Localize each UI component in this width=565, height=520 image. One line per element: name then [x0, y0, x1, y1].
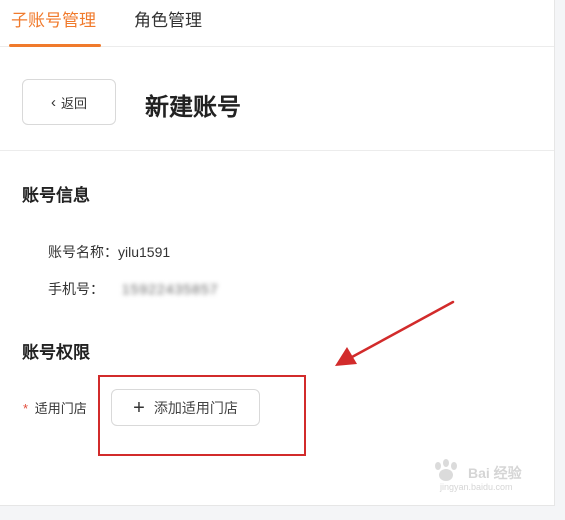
annotation-arrow-icon: [335, 300, 455, 366]
permissions-heading: 账号权限: [22, 343, 90, 362]
watermark-subtext: jingyan.baidu.com: [440, 482, 513, 492]
baidu-jingyan-watermark: Bai 经验 jingyan.baidu.com: [430, 456, 555, 496]
annotation-highlight-box: [98, 375, 306, 456]
tab-bar: 子账号管理 角色管理: [0, 0, 554, 47]
applicable-store-label: * 适用门店: [23, 398, 87, 417]
paw-logo-icon: [435, 459, 457, 481]
phone-value: 15922435857: [121, 281, 219, 297]
page-header: ‹ 返回 新建账号: [0, 47, 554, 151]
store-label-text: 适用门店: [34, 401, 87, 416]
page-title: 新建账号: [145, 94, 241, 121]
phone-label: 手机号：: [48, 281, 104, 297]
back-button[interactable]: ‹ 返回: [22, 79, 116, 125]
account-info-heading: 账号信息: [22, 186, 90, 205]
phone-row: 手机号： 15922435857: [48, 279, 219, 299]
account-name-row: 账号名称：yilu1591: [48, 244, 171, 260]
required-mark: *: [23, 401, 29, 416]
account-form-panel: 子账号管理 角色管理 ‹ 返回 新建账号 账号信息 账号名称：yilu1591 …: [0, 0, 555, 506]
watermark-text: Bai 经验: [468, 465, 522, 481]
tab-role-management[interactable]: 角色管理: [134, 6, 202, 31]
back-button-label: 返回: [60, 95, 87, 111]
chevron-left-icon: ‹: [50, 93, 56, 111]
tab-sub-account-management[interactable]: 子账号管理: [11, 6, 96, 31]
